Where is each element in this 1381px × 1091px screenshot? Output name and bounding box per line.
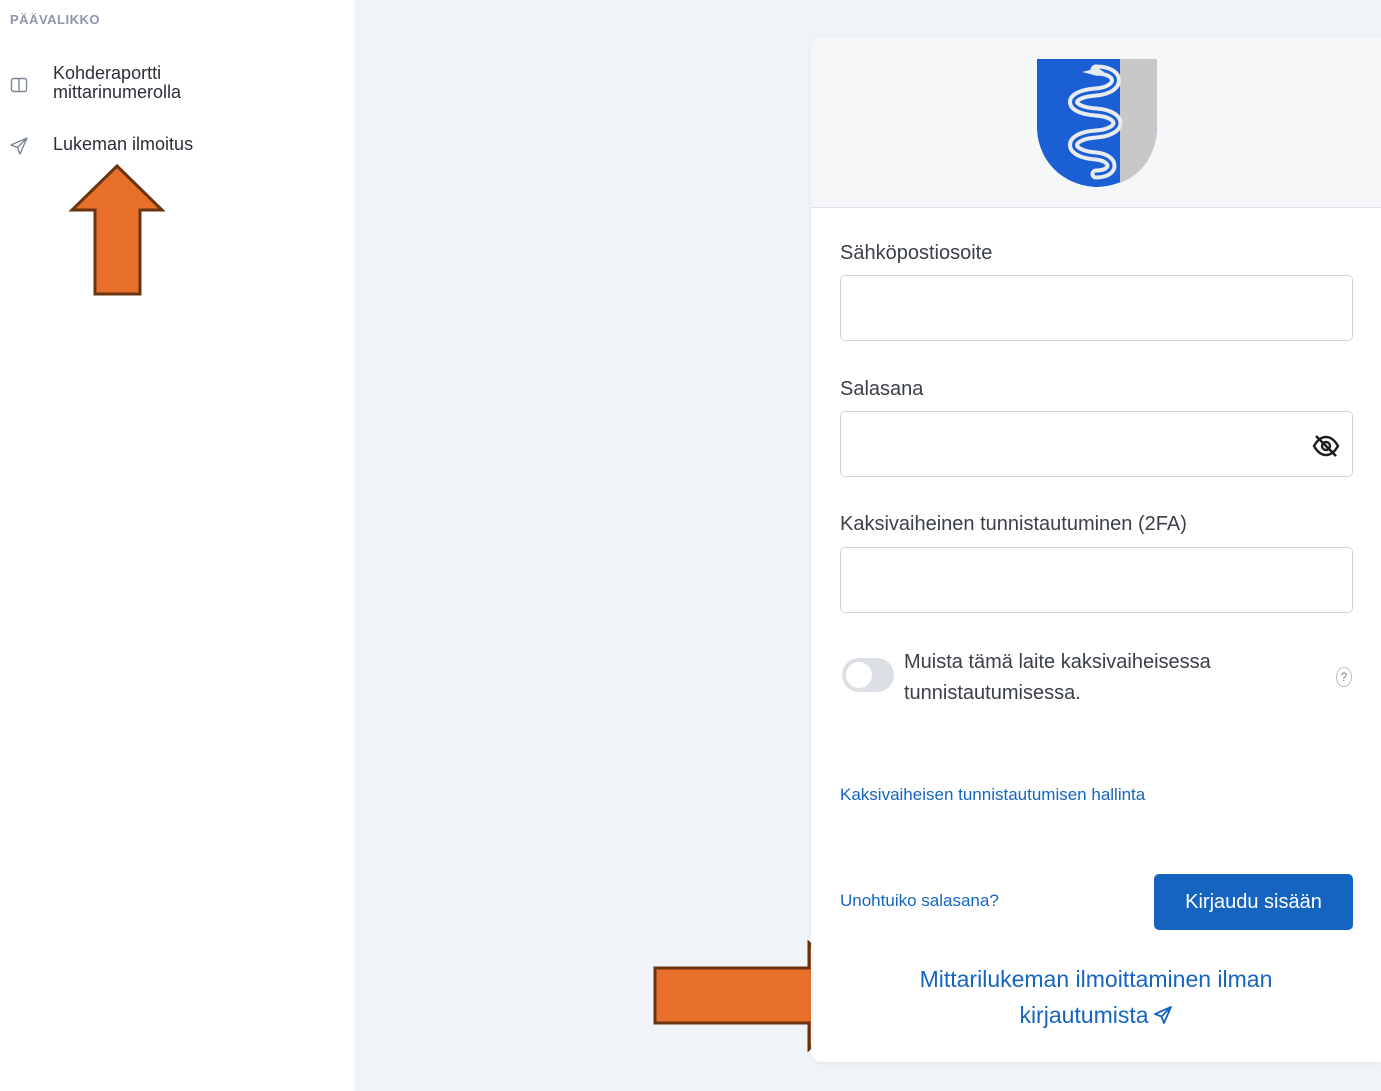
sidebar: PÄÄVALIKKO Kohderaportti mittarinumeroll…	[0, 0, 355, 1091]
send-icon	[10, 137, 28, 155]
sidebar-item-label: Lukeman ilmoitus	[53, 134, 194, 154]
sidebar-item-lukeman-ilmoitus[interactable]: Lukeman ilmoitus	[0, 134, 355, 158]
eye-off-icon[interactable]	[1311, 431, 1341, 461]
password-label: Salasana	[840, 378, 924, 400]
help-icon[interactable]: ?	[1336, 667, 1352, 687]
login-card: Sähköpostiosoite Salasana Kaksivaiheinen…	[811, 37, 1381, 1062]
remember-device-label: Muista tämä laite kaksivaiheisessa tunni…	[904, 651, 1211, 704]
password-field[interactable]	[840, 411, 1353, 477]
login-button[interactable]: Kirjaudu sisään	[1154, 874, 1353, 930]
twofa-field[interactable]	[840, 547, 1353, 613]
twofa-label: Kaksivaiheinen tunnistautuminen (2FA)	[840, 513, 1187, 535]
send-icon	[1153, 1006, 1172, 1024]
sidebar-heading: PÄÄVALIKKO	[10, 12, 100, 27]
sidebar-item-label: Kohderaportti mittarinumerolla	[53, 64, 273, 102]
sidebar-item-kohderaportti[interactable]: Kohderaportti mittarinumerolla	[0, 64, 355, 106]
remember-device-toggle[interactable]	[842, 658, 894, 692]
toggle-knob	[846, 662, 872, 688]
manage-2fa-link[interactable]: Kaksivaiheisen tunnistautumisen hallinta	[840, 785, 1145, 805]
columns-icon	[10, 77, 28, 93]
card-header	[811, 37, 1381, 208]
email-label: Sähköpostiosoite	[840, 242, 993, 264]
coat-of-arms-logo	[1037, 59, 1157, 187]
no-login-meter-reading-link[interactable]: Mittarilukeman ilmoittaminen ilman kirja…	[871, 961, 1321, 1033]
sidebar-item-label-line2: mittarinumerolla	[53, 82, 182, 102]
no-login-link-text: Mittarilukeman ilmoittaminen ilman kirja…	[919, 966, 1273, 1028]
email-field[interactable]	[840, 275, 1353, 341]
forgot-password-link[interactable]: Unohtuiko salasana?	[840, 891, 999, 911]
annotation-arrow-up	[68, 163, 166, 296]
sidebar-item-label-line1: Kohderaportti	[53, 63, 162, 83]
